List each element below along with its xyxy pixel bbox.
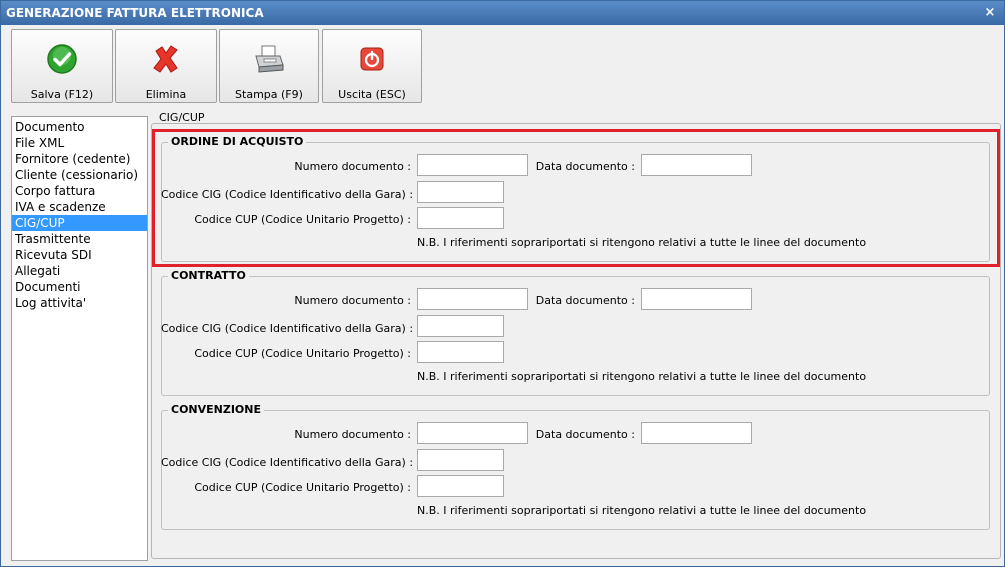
codice-cig-label: Codice CIG (Codice Identificativo della … xyxy=(161,188,414,201)
convenzione-data-documento-input[interactable] xyxy=(641,422,752,444)
numero-documento-label: Numero documento : xyxy=(294,294,411,307)
print-button-label: Stampa (F9) xyxy=(235,88,303,101)
convenzione-numero-documento-input[interactable] xyxy=(417,422,528,444)
group-title: ORDINE DI ACQUISTO xyxy=(168,135,307,148)
ordine-numero-documento-input[interactable] xyxy=(417,154,528,176)
group-title: CONTRATTO xyxy=(168,269,249,282)
convenzione-codice-cig-input[interactable] xyxy=(417,449,504,471)
delete-button[interactable]: Elimina xyxy=(115,29,217,103)
codice-cup-label: Codice CUP (Codice Unitario Progetto) : xyxy=(194,481,411,494)
window-title: GENERAZIONE FATTURA ELETTRONICA xyxy=(6,6,264,20)
contratto-numero-documento-input[interactable] xyxy=(417,288,528,310)
codice-cig-label: Codice CIG (Codice Identificativo della … xyxy=(161,322,414,335)
data-documento-label: Data documento : xyxy=(535,428,635,441)
group-note: N.B. I riferimenti soprariportati si rit… xyxy=(417,236,867,249)
sidebar-item-cliente[interactable]: Cliente (cessionario) xyxy=(12,167,147,183)
save-button[interactable]: Salva (F12) xyxy=(11,29,113,103)
exit-button-label: Uscita (ESC) xyxy=(338,88,406,101)
sidebar-item-iva-scadenze[interactable]: IVA e scadenze xyxy=(12,199,147,215)
group-note: N.B. I riferimenti soprariportati si rit… xyxy=(417,504,867,517)
delete-button-label: Elimina xyxy=(145,88,187,101)
data-documento-label: Data documento : xyxy=(535,294,635,307)
sidebar-item-trasmittente[interactable]: Trasmittente xyxy=(12,231,147,247)
convenzione-codice-cup-input[interactable] xyxy=(417,475,504,497)
contratto-data-documento-input[interactable] xyxy=(641,288,752,310)
invoice-window: GENERAZIONE FATTURA ELETTRONICA × Salva … xyxy=(0,0,1005,567)
codice-cup-label: Codice CUP (Codice Unitario Progetto) : xyxy=(194,213,411,226)
check-icon xyxy=(47,44,77,74)
ordine-codice-cig-input[interactable] xyxy=(417,181,504,203)
exit-icon xyxy=(360,47,384,71)
sidebar-item-cig-cup[interactable]: CIG/CUP xyxy=(12,215,147,231)
close-icon[interactable]: × xyxy=(982,1,998,25)
codice-cig-label: Codice CIG (Codice Identificativo della … xyxy=(161,456,414,469)
exit-button[interactable]: Uscita (ESC) xyxy=(322,29,422,103)
sidebar-item-ricevuta-sdi[interactable]: Ricevuta SDI xyxy=(12,247,147,263)
sidebar-item-log-attivita[interactable]: Log attivita' xyxy=(12,295,147,311)
delete-x-icon xyxy=(153,45,178,73)
sidebar-item-allegati[interactable]: Allegati xyxy=(12,263,147,279)
title-bar: GENERAZIONE FATTURA ELETTRONICA × xyxy=(1,1,1004,25)
panel-title: CIG/CUP xyxy=(159,111,205,124)
data-documento-label: Data documento : xyxy=(535,160,635,173)
sidebar-item-fornitore[interactable]: Fornitore (cedente) xyxy=(12,151,147,167)
sidebar-item-documenti[interactable]: Documenti xyxy=(12,279,147,295)
contratto-codice-cup-input[interactable] xyxy=(417,341,504,363)
numero-documento-label: Numero documento : xyxy=(294,428,411,441)
sidebar-item-documento[interactable]: Documento xyxy=(12,119,147,135)
codice-cup-label: Codice CUP (Codice Unitario Progetto) : xyxy=(194,347,411,360)
save-button-label: Salva (F12) xyxy=(30,88,94,101)
contratto-codice-cig-input[interactable] xyxy=(417,315,504,337)
ordine-data-documento-input[interactable] xyxy=(641,154,752,176)
sidebar-nav: Documento File XML Fornitore (cedente) C… xyxy=(11,116,148,561)
numero-documento-label: Numero documento : xyxy=(294,160,411,173)
print-button[interactable]: Stampa (F9) xyxy=(219,29,319,103)
ordine-codice-cup-input[interactable] xyxy=(417,207,504,229)
printer-icon xyxy=(255,45,284,73)
sidebar-item-corpo-fattura[interactable]: Corpo fattura xyxy=(12,183,147,199)
group-title: CONVENZIONE xyxy=(168,403,265,416)
sidebar-item-file-xml[interactable]: File XML xyxy=(12,135,147,151)
group-note: N.B. I riferimenti soprariportati si rit… xyxy=(417,370,867,383)
